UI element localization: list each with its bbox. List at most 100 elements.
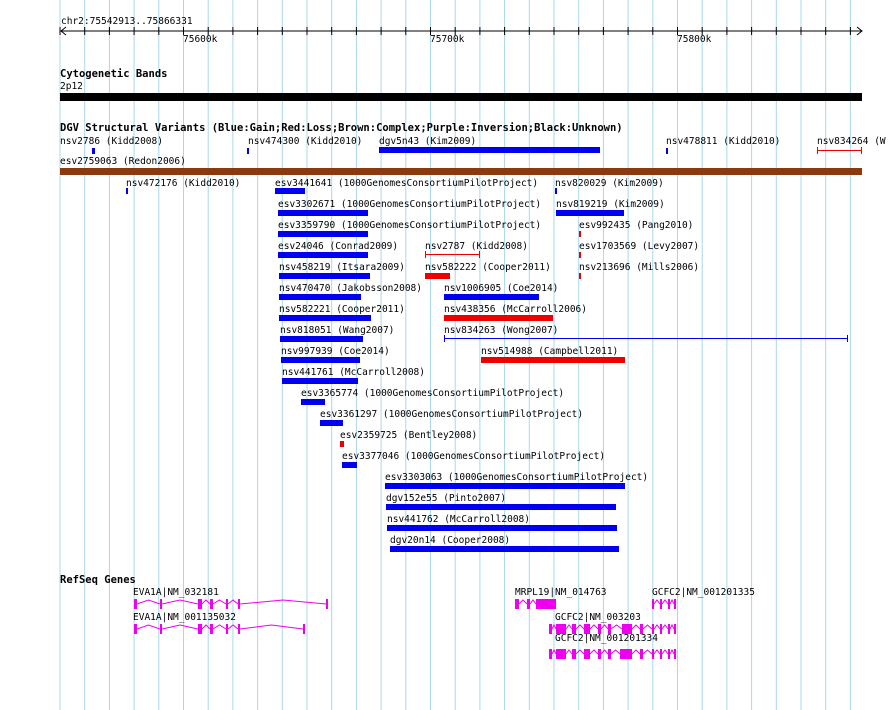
dgv-variant-bar[interactable] bbox=[385, 483, 625, 489]
dgv-variant-label[interactable]: dgv5n43 (Kim2009) bbox=[379, 136, 476, 147]
refseq-gene-model[interactable] bbox=[0, 646, 890, 666]
dgv-variant-label[interactable]: nsv470470 (Jakobsson2008) bbox=[279, 283, 422, 294]
dgv-variant-label[interactable]: esv3302671 (1000GenomesConsortiumPilotPr… bbox=[278, 199, 541, 210]
dgv-variant-label[interactable]: dgv20n14 (Cooper2008) bbox=[390, 535, 510, 546]
exon-block bbox=[668, 599, 670, 609]
dgv-variant-label[interactable]: esv3359790 (1000GenomesConsortiumPilotPr… bbox=[278, 220, 541, 231]
dgv-variant-bar[interactable] bbox=[340, 441, 344, 447]
dgv-variant-bar[interactable] bbox=[444, 315, 553, 321]
dgv-variant-label[interactable]: nsv438356 (McCarroll2006) bbox=[444, 304, 587, 315]
dgv-variant-label[interactable]: dgv152e55 (Pinto2007) bbox=[386, 493, 506, 504]
dgv-variant-bar[interactable] bbox=[379, 147, 600, 153]
dgv-variant-bar[interactable] bbox=[444, 335, 848, 342]
dgv-variant-label[interactable]: esv3365774 (1000GenomesConsortiumPilotPr… bbox=[301, 388, 564, 399]
dgv-variant-label[interactable]: nsv834264 (W bbox=[817, 136, 886, 147]
intron-connector bbox=[610, 624, 623, 630]
dgv-variant-bar[interactable] bbox=[556, 210, 624, 216]
dgv-variant-bar[interactable] bbox=[247, 148, 249, 154]
dgv-variant-label[interactable]: nsv474300 (Kidd2010) bbox=[248, 136, 362, 147]
dgv-variant-label[interactable]: nsv818051 (Wang2007) bbox=[280, 325, 394, 336]
dgv-variant-bar[interactable] bbox=[280, 336, 363, 342]
dgv-variant-label[interactable]: esv24046 (Conrad2009) bbox=[278, 241, 398, 252]
dgv-variant-label[interactable]: nsv582221 (Cooper2011) bbox=[279, 304, 405, 315]
refseq-track-title[interactable]: RefSeq Genes bbox=[60, 574, 136, 586]
dgv-variant-label[interactable]: nsv514988 (Campbell2011) bbox=[481, 346, 618, 357]
dgv-variant-bar[interactable] bbox=[278, 210, 368, 216]
dgv-variant-label[interactable]: esv3441641 (1000GenomesConsortiumPilotPr… bbox=[275, 178, 538, 189]
dgv-variant-bar[interactable] bbox=[444, 294, 539, 300]
dgv-variant-label[interactable]: nsv820029 (Kim2009) bbox=[555, 178, 664, 189]
dgv-variant-label[interactable]: esv3377046 (1000GenomesConsortiumPilotPr… bbox=[342, 451, 605, 462]
dgv-variant-bar[interactable] bbox=[126, 188, 128, 194]
dgv-variant-bar[interactable] bbox=[279, 294, 361, 300]
dgv-variant-label[interactable]: nsv478811 (Kidd2010) bbox=[666, 136, 780, 147]
intron-connector bbox=[653, 649, 661, 655]
intron-connector bbox=[631, 649, 641, 655]
dgv-variant-bar[interactable] bbox=[666, 148, 668, 154]
dgv-variant-label[interactable]: esv3303063 (1000GenomesConsortiumPilotPr… bbox=[385, 472, 648, 483]
dgv-variant-endcap bbox=[425, 251, 426, 258]
intron-connector bbox=[575, 649, 585, 655]
dgv-variant-bar[interactable] bbox=[275, 188, 305, 194]
dgv-variant-bar[interactable] bbox=[817, 147, 862, 154]
intron-connector bbox=[565, 649, 573, 655]
dgv-variant-label[interactable]: nsv2786 (Kidd2008) bbox=[60, 136, 163, 147]
intron-connector bbox=[589, 649, 599, 655]
intron-connector bbox=[589, 624, 599, 630]
dgv-variant-bar[interactable] bbox=[301, 399, 325, 405]
dgv-variant-label[interactable]: esv3361297 (1000GenomesConsortiumPilotPr… bbox=[320, 409, 583, 420]
dgv-variant-bar[interactable] bbox=[279, 273, 370, 279]
dgv-variant-label[interactable]: esv2359725 (Bentley2008) bbox=[340, 430, 477, 441]
dgv-variant-bar[interactable] bbox=[387, 525, 617, 531]
dgv-variant-label[interactable]: nsv2787 (Kidd2008) bbox=[425, 241, 528, 252]
dgv-variant-bar[interactable] bbox=[320, 420, 343, 426]
dgv-track-title[interactable]: DGV Structural Variants (Blue:Gain;Red:L… bbox=[60, 122, 623, 134]
intron-connector bbox=[669, 623, 675, 630]
dgv-variant-label[interactable]: nsv213696 (Mills2006) bbox=[579, 262, 699, 273]
dgv-variant-bar[interactable] bbox=[425, 273, 450, 279]
dgv-variant-bar[interactable] bbox=[278, 252, 368, 258]
dgv-variant-bar[interactable] bbox=[579, 231, 581, 237]
dgv-variant-label[interactable]: nsv441761 (McCarroll2008) bbox=[282, 367, 425, 378]
cytoband-bar[interactable] bbox=[60, 93, 862, 101]
intron-connector bbox=[669, 648, 675, 655]
dgv-variant-label[interactable]: esv1703569 (Levy2007) bbox=[579, 241, 699, 252]
dgv-variant-bar[interactable] bbox=[281, 357, 360, 363]
exon-block bbox=[660, 624, 662, 634]
dgv-variant-bar[interactable] bbox=[60, 168, 862, 175]
dgv-variant-label[interactable]: nsv472176 (Kidd2010) bbox=[126, 178, 240, 189]
dgv-variant-label[interactable]: nsv819219 (Kim2009) bbox=[556, 199, 665, 210]
dgv-variant-bar[interactable] bbox=[92, 148, 95, 154]
dgv-variant-label[interactable]: nsv582222 (Cooper2011) bbox=[425, 262, 551, 273]
dgv-variant-label[interactable]: esv2759063 (Redon2006) bbox=[60, 156, 186, 167]
dgv-variant-bar[interactable] bbox=[386, 504, 616, 510]
dgv-variant-label[interactable]: nsv1006905 (Coe2014) bbox=[444, 283, 558, 294]
dgv-variant-bar[interactable] bbox=[282, 378, 358, 384]
dgv-variant-bar[interactable] bbox=[579, 252, 581, 258]
dgv-variant-bar[interactable] bbox=[342, 462, 357, 468]
exon-block bbox=[668, 624, 670, 634]
dgv-variant-bar[interactable] bbox=[481, 357, 625, 363]
refseq-gene-label[interactable]: GCFC2|NM_001201334 bbox=[555, 633, 658, 644]
exon-block bbox=[620, 649, 632, 659]
cytoband-track-title[interactable]: Cytogenetic Bands bbox=[60, 68, 167, 80]
dgv-variant-bar[interactable] bbox=[555, 188, 557, 194]
dgv-variant-bar[interactable] bbox=[279, 315, 371, 321]
dgv-variant-bar[interactable] bbox=[390, 546, 619, 552]
dgv-variant-bar[interactable] bbox=[425, 251, 480, 258]
intron-connector bbox=[631, 624, 641, 630]
intron-connector bbox=[600, 624, 609, 630]
refseq-gene-model[interactable] bbox=[0, 621, 890, 641]
dgv-variant-label[interactable]: esv992435 (Pang2010) bbox=[579, 220, 693, 231]
dgv-variant-bar[interactable] bbox=[579, 273, 581, 279]
dgv-variant-label[interactable]: nsv458219 (Itsara2009) bbox=[279, 262, 405, 273]
dgv-variant-label[interactable]: nsv834263 (Wong2007) bbox=[444, 325, 558, 336]
exon-block bbox=[652, 599, 654, 609]
dgv-variant-bar[interactable] bbox=[278, 231, 368, 237]
dgv-variant-label[interactable]: nsv441762 (McCarroll2008) bbox=[387, 514, 530, 525]
exon-block bbox=[584, 649, 590, 659]
dgv-variant-endcap bbox=[861, 147, 862, 154]
dgv-variant-label[interactable]: nsv997939 (Coe2014) bbox=[281, 346, 390, 357]
refseq-gene-model[interactable] bbox=[0, 596, 890, 616]
intron-connector bbox=[661, 624, 669, 630]
